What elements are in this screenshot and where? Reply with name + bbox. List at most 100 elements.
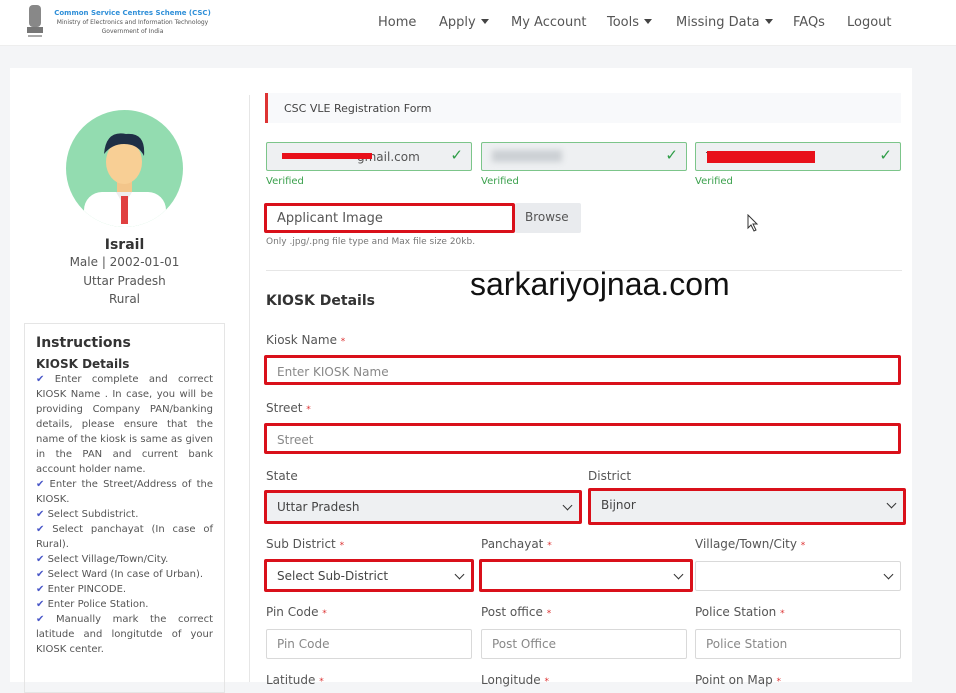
caret-down-icon	[764, 19, 773, 24]
nav-tools-label: Tools	[607, 15, 640, 30]
point-on-map-label: Point on Map *	[695, 673, 782, 687]
police-station-label: Police Station *	[695, 605, 785, 619]
check-icon: ✔	[36, 599, 48, 610]
chevron-down-icon	[562, 500, 573, 511]
profile-state: Uttar Pradesh	[83, 274, 166, 288]
street-label: Street *	[266, 401, 311, 415]
verified-label: Verified	[481, 176, 519, 187]
caret-down-icon	[480, 19, 489, 24]
applicant-image-input[interactable]: Applicant Image	[264, 203, 515, 233]
nav-tools[interactable]: Tools	[607, 15, 653, 30]
district-select[interactable]: Bijnor	[588, 488, 906, 525]
brand: Common Service Centres Scheme (CSC) Mini…	[50, 9, 215, 36]
emblem-logo	[27, 5, 43, 37]
user-avatar-icon	[84, 133, 166, 227]
post-office-label: Post office *	[481, 605, 552, 619]
check-icon: ✔	[36, 524, 53, 535]
state-label: State	[266, 469, 298, 483]
form-title: CSC VLE Registration Form	[265, 93, 901, 123]
caret-down-icon	[644, 19, 653, 24]
file-hint: Only .jpg/.png file type and Max file si…	[266, 237, 476, 247]
instructions-list: ✔ Enter complete and correct KIOSK Name …	[36, 372, 213, 657]
longitude-label: Longitude *	[481, 673, 550, 687]
instruction-item: ✔ Enter PINCODE.	[36, 582, 213, 597]
nav-missing-data[interactable]: Missing Data	[676, 15, 773, 30]
mobile-field-verified[interactable]: ✓	[481, 142, 687, 171]
section-title: KIOSK Details	[266, 293, 375, 309]
instruction-text: Select Village/Town/City.	[47, 554, 169, 565]
redaction	[707, 151, 815, 163]
district-value: Bijnor	[601, 498, 636, 512]
navbar: Common Service Centres Scheme (CSC) Mini…	[0, 0, 956, 46]
nav-my-account[interactable]: My Account	[511, 15, 587, 30]
check-icon: ✔	[36, 509, 48, 520]
instruction-text: Manually mark the correct latitude and l…	[36, 614, 213, 655]
state-value: Uttar Pradesh	[277, 500, 360, 514]
profile-gender-dob: Male | 2002-01-01	[69, 255, 180, 269]
blurred-value	[492, 150, 562, 162]
instruction-text: Enter PINCODE.	[47, 584, 127, 595]
latitude-label: Latitude *	[266, 673, 324, 687]
check-icon: ✔	[36, 614, 56, 625]
instruction-text: Select Ward (In case of Urban).	[47, 569, 204, 580]
check-icon: ✔	[36, 374, 55, 385]
panchayat-select[interactable]	[479, 559, 693, 592]
mouse-cursor-icon	[747, 214, 759, 232]
sub-district-value: Select Sub-District	[277, 569, 389, 583]
check-icon: ✔	[36, 584, 48, 595]
chevron-down-icon	[886, 498, 897, 509]
instruction-text: Enter complete and correct KIOSK Name . …	[36, 374, 213, 475]
nav-apply-label: Apply	[439, 15, 476, 30]
instruction-text: Enter Police Station.	[47, 599, 149, 610]
instructions-title: Instructions	[36, 335, 131, 351]
instruction-item: ✔ Select Subdistrict.	[36, 507, 213, 522]
brand-ministry: Ministry of Electronics and Information …	[56, 19, 209, 26]
profile-area: Rural	[108, 292, 141, 306]
district-label: District	[588, 469, 632, 483]
sub-district-select[interactable]: Select Sub-District	[264, 559, 474, 592]
redaction	[282, 153, 372, 159]
state-select[interactable]: Uttar Pradesh	[264, 490, 582, 524]
post-office-input[interactable]: Post Office	[481, 629, 687, 659]
instruction-item: ✔ Enter complete and correct KIOSK Name …	[36, 372, 213, 477]
nav-missing-data-label: Missing Data	[676, 15, 760, 30]
check-icon: ✓	[665, 146, 678, 164]
instruction-item: ✔ Enter the Street/Address of the KIOSK.	[36, 477, 213, 507]
street-input[interactable]: Street	[264, 423, 901, 454]
check-icon: ✔	[36, 554, 48, 565]
check-icon: ✓	[450, 146, 463, 164]
profile-name: Israil	[104, 237, 145, 253]
nav-apply[interactable]: Apply	[439, 15, 489, 30]
police-station-input[interactable]: Police Station	[695, 629, 901, 659]
watermark: sarkariyojnaa.com	[470, 266, 730, 302]
kiosk-name-input[interactable]: Enter KIOSK Name	[264, 355, 901, 385]
kiosk-name-label: Kiosk Name *	[266, 333, 346, 347]
instruction-item: ✔ Manually mark the correct latitude and…	[36, 612, 213, 657]
instruction-item: ✔ Select Village/Town/City.	[36, 552, 213, 567]
check-icon: ✔	[36, 569, 48, 580]
nav-home[interactable]: Home	[378, 15, 416, 30]
check-icon: ✔	[36, 479, 50, 490]
instruction-item: ✔ Enter Police Station.	[36, 597, 213, 612]
instructions-section: KIOSK Details	[36, 357, 130, 371]
village-label: Village/Town/City *	[695, 537, 806, 551]
chevron-down-icon	[454, 569, 465, 580]
instruction-text: Select Subdistrict.	[47, 509, 139, 520]
sub-district-label: Sub District *	[266, 537, 345, 551]
verified-label: Verified	[266, 176, 304, 187]
verified-label: Verified	[695, 176, 733, 187]
brand-gov: Government of India	[101, 28, 164, 35]
avatar	[66, 110, 183, 227]
pin-code-label: Pin Code *	[266, 605, 327, 619]
pin-code-input[interactable]: Pin Code	[266, 629, 472, 659]
instruction-item: ✔ Select panchayat (In case of Rural).	[36, 522, 213, 552]
village-select[interactable]	[695, 561, 901, 591]
divider	[249, 95, 250, 682]
instruction-text: Enter the Street/Address of the KIOSK.	[36, 479, 213, 505]
browse-button[interactable]: Browse	[515, 203, 581, 233]
nav-faqs[interactable]: FAQs	[793, 15, 825, 30]
chevron-down-icon	[883, 569, 894, 580]
nav-logout[interactable]: Logout	[847, 15, 892, 30]
instruction-text: Select panchayat (In case of Rural).	[36, 524, 214, 550]
check-icon: ✓	[879, 146, 892, 164]
